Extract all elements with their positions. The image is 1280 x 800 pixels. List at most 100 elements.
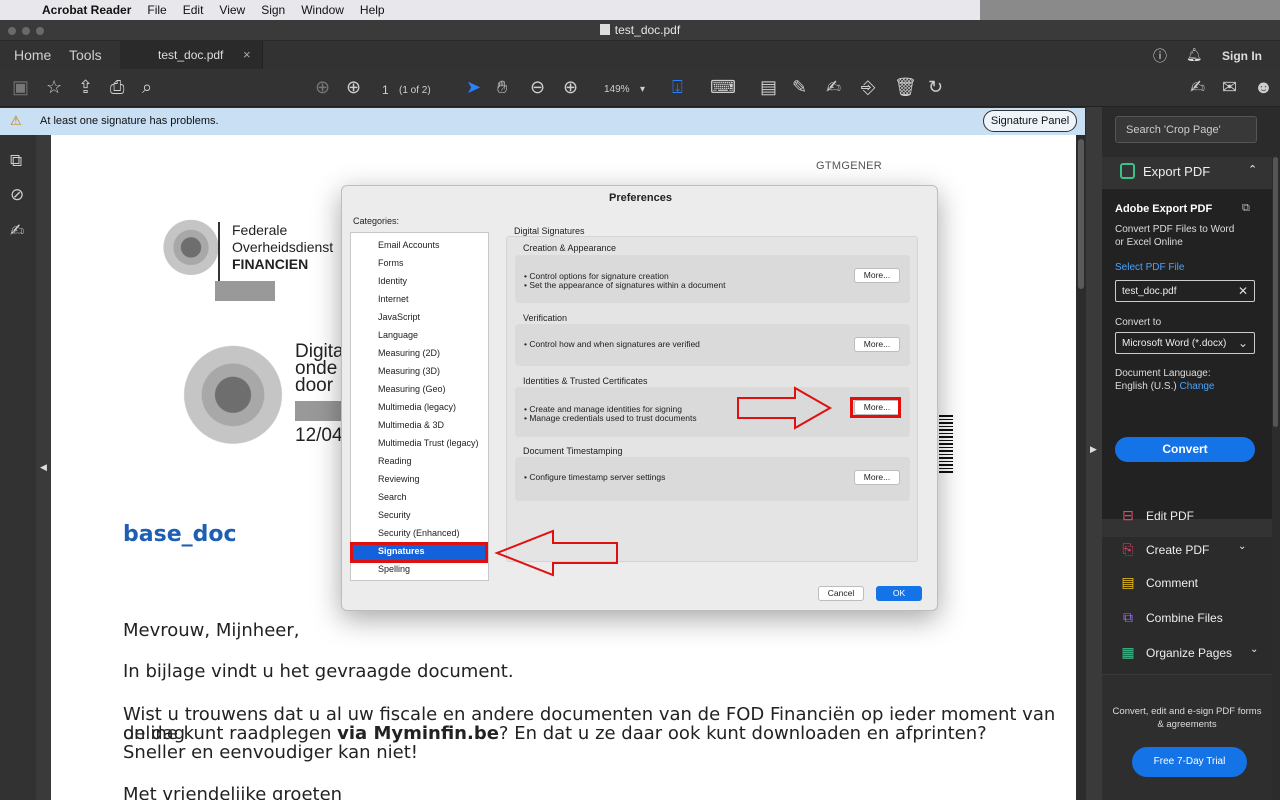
menu-sign[interactable]: Sign (261, 3, 285, 17)
tool-organize-pages[interactable]: ▦ Organize Pages ⌄ (1120, 644, 1258, 661)
tools-panel-scrollbar[interactable] (1272, 155, 1280, 800)
create-pdf-chevron-icon[interactable]: ⌄ (1238, 541, 1246, 552)
fill-sign-icon[interactable]: ✍︎ (826, 77, 841, 97)
share-person-icon[interactable]: ☻ (1254, 77, 1273, 97)
print-icon[interactable]: ⎙ (110, 77, 124, 97)
category-reading[interactable]: Reading (352, 452, 488, 470)
next-page-icon[interactable]: ⊕ (346, 77, 361, 97)
convert-button[interactable]: Convert (1115, 437, 1255, 462)
tool-organize-pages-label: Organize Pages (1146, 646, 1233, 660)
hand-tool-icon[interactable]: ✋︎ (497, 77, 507, 97)
category-measuring-2d[interactable]: Measuring (2D) (352, 344, 488, 362)
tool-comment[interactable]: ▤ Comment (1120, 574, 1198, 591)
email-icon[interactable]: ✉︎ (1222, 77, 1237, 97)
delete-icon[interactable]: 🗑︎ (894, 77, 917, 97)
timestamping-more-button[interactable]: More... (854, 470, 900, 485)
menu-edit[interactable]: Edit (183, 3, 204, 17)
combine-files-icon: ⧉ (1123, 609, 1133, 625)
sign-in-button[interactable]: Sign In (1222, 49, 1262, 63)
category-search[interactable]: Search (352, 488, 488, 506)
rotate-icon[interactable]: ↻ (928, 77, 943, 97)
org-line-1: Federale (232, 222, 288, 238)
tab-document[interactable]: test_doc.pdf × (120, 41, 263, 69)
category-email-accounts[interactable]: Email Accounts (352, 236, 488, 254)
comment-icon[interactable]: ▤ (760, 77, 777, 97)
close-tab-icon[interactable]: × (243, 47, 251, 62)
category-security[interactable]: Security (352, 506, 488, 524)
document-scrollbar-thumb[interactable] (1078, 139, 1084, 289)
free-trial-button[interactable]: Free 7-Day Trial (1132, 747, 1247, 777)
menu-window[interactable]: Window (301, 3, 344, 17)
myminfin-link[interactable]: via Myminfin.be (337, 723, 499, 744)
menu-file[interactable]: File (147, 3, 166, 17)
sign-document-icon[interactable]: ✍︎ (1190, 77, 1205, 97)
category-reviewing[interactable]: Reviewing (352, 470, 488, 488)
signatures-panel-icon[interactable]: ✍︎ (10, 221, 24, 241)
category-multimedia-3d[interactable]: Multimedia & 3D (352, 416, 488, 434)
stamp-icon[interactable]: ⎆ (861, 77, 875, 97)
menu-help[interactable]: Help (360, 3, 385, 17)
signature-panel-button[interactable]: Signature Panel (983, 110, 1077, 132)
expand-left-arrow-icon[interactable]: ◀ (40, 462, 47, 473)
category-measuring-geo[interactable]: Measuring (Geo) (352, 380, 488, 398)
scroll-mode-icon[interactable]: ⌨︎ (710, 77, 736, 97)
category-internet[interactable]: Internet (352, 290, 488, 308)
previous-page-icon[interactable]: ⊕ (315, 77, 330, 97)
ok-button[interactable]: OK (876, 586, 922, 601)
select-pdf-file-label[interactable]: Select PDF File (1115, 262, 1184, 273)
category-multimedia-trust-legacy[interactable]: Multimedia Trust (legacy) (352, 434, 488, 452)
upload-cloud-icon[interactable]: ⇪ (78, 77, 93, 97)
category-language[interactable]: Language (352, 326, 488, 344)
paragraph-2-line-2-a: online kunt raadplegen (123, 723, 338, 744)
highlight-pen-icon[interactable]: ✎ (792, 77, 807, 97)
right-panel-collapse-bar[interactable]: ▶ (1086, 107, 1102, 800)
macos-menu-bar: Acrobat Reader File Edit View Sign Windo… (0, 0, 1280, 20)
left-panel-collapse-bar[interactable]: ◀ (36, 135, 51, 800)
belgian-coat-of-arms-logo (161, 215, 221, 287)
category-forms[interactable]: Forms (352, 254, 488, 272)
page-fit-icon[interactable]: ⍗ (672, 77, 683, 97)
zoom-out-icon[interactable]: ⊖ (530, 77, 545, 97)
export-pdf-header[interactable]: Export PDF (1120, 163, 1210, 179)
zoom-level[interactable]: 149% (604, 80, 630, 100)
notifications-bell-icon[interactable]: 🔔︎ (1186, 47, 1203, 63)
zoom-in-icon[interactable]: ⊕ (563, 77, 578, 97)
collapse-export-chevron-icon[interactable]: ⌃ (1248, 163, 1257, 176)
zoom-search-icon[interactable]: ⌕ (142, 77, 152, 97)
copy-icon[interactable]: ⧉ (1242, 202, 1250, 215)
category-measuring-3d[interactable]: Measuring (3D) (352, 362, 488, 380)
page-number-input[interactable]: 1 (382, 80, 389, 100)
save-icon[interactable]: ▣ (12, 77, 29, 97)
organize-pages-chevron-icon[interactable]: ⌄ (1250, 644, 1258, 655)
convert-to-select[interactable]: Microsoft Word (*.docx) ⌄ (1115, 332, 1255, 354)
clear-file-icon[interactable]: ✕ (1238, 284, 1248, 298)
menu-app-name[interactable]: Acrobat Reader (42, 3, 131, 17)
menu-view[interactable]: View (219, 3, 245, 17)
zoom-chevron-icon[interactable]: ▾ (640, 80, 645, 100)
category-security-enhanced[interactable]: Security (Enhanced) (352, 524, 488, 542)
cancel-button[interactable]: Cancel (818, 586, 864, 601)
tab-home[interactable]: Home (14, 47, 51, 63)
document-scrollbar[interactable] (1076, 135, 1086, 800)
change-language-link[interactable]: Change (1179, 381, 1214, 392)
verification-more-button[interactable]: More... (854, 337, 900, 352)
tab-tools[interactable]: Tools (69, 47, 102, 63)
divider (218, 222, 220, 284)
tool-edit-pdf[interactable]: ⊟ Edit PDF (1120, 507, 1194, 524)
category-identity[interactable]: Identity (352, 272, 488, 290)
tool-combine-files[interactable]: ⧉ Combine Files (1120, 609, 1223, 626)
category-multimedia-legacy[interactable]: Multimedia (legacy) (352, 398, 488, 416)
collapse-right-arrow-icon[interactable]: ▶ (1090, 444, 1097, 455)
select-cursor-icon[interactable]: ➤ (466, 77, 481, 97)
bookmark-star-icon[interactable]: ☆ (46, 77, 62, 97)
paragraph-1: In bijlage vindt u het gevraagde documen… (123, 661, 514, 682)
page-thumbnails-icon[interactable]: ⧉ (10, 151, 22, 171)
tools-search-input[interactable]: Search 'Crop Page' (1115, 116, 1257, 143)
selected-file-field[interactable]: test_doc.pdf ✕ (1115, 280, 1255, 302)
help-icon[interactable]: ⓘ (1153, 46, 1167, 66)
attachments-paperclip-icon[interactable]: ⊘ (10, 185, 24, 205)
creation-more-button[interactable]: More... (854, 268, 900, 283)
tool-create-pdf[interactable]: ⎘ Create PDF ⌄ (1120, 541, 1246, 558)
category-javascript[interactable]: JavaScript (352, 308, 488, 326)
tools-panel-scrollbar-thumb[interactable] (1273, 157, 1278, 427)
